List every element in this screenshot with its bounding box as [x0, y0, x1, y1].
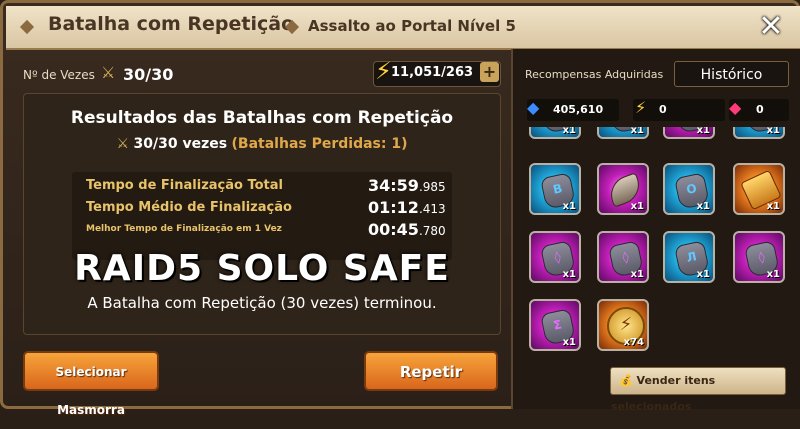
- dialog-frame: Batalha com Repetição Assalto ao Portal …: [0, 0, 800, 417]
- rune-glyph: ◊: [757, 249, 766, 265]
- energy-icon: ⚡: [375, 57, 392, 85]
- reward-item[interactable]: x1: [597, 127, 649, 139]
- gem-value: 0: [756, 103, 764, 116]
- rune-glyph: ◊: [621, 249, 630, 265]
- crystal-icon: ◆: [527, 98, 540, 117]
- completion-message: A Batalha com Repetição (30 vezes) termi…: [87, 294, 437, 312]
- rune-glyph: Σ: [552, 317, 564, 333]
- reward-item[interactable]: ◊ x1: [733, 231, 785, 283]
- dialog-header: Batalha com Repetição Assalto ao Portal …: [6, 6, 800, 50]
- item-quantity: x1: [630, 127, 644, 136]
- reward-item[interactable]: Σx1: [529, 299, 581, 351]
- crystal-value: 405,610: [553, 103, 604, 116]
- rune-glyph: O: [685, 181, 699, 197]
- results-panel: Resultados das Batalhas com Repetição ⚔ …: [23, 93, 501, 335]
- total-time-value: 34:59.985: [368, 176, 446, 195]
- item-quantity: x1: [696, 127, 710, 136]
- item-quantity: x1: [696, 269, 710, 280]
- rune-glyph: ◊: [553, 249, 562, 265]
- results-title: Resultados das Batalhas com Repetição: [70, 108, 454, 128]
- repeat-count-value: 30/30: [123, 65, 174, 84]
- wins-count: 30/30 vezes: [133, 136, 228, 152]
- item-quantity: x1: [696, 201, 710, 212]
- select-dungeon-button[interactable]: Selecionar Masmorra: [23, 351, 159, 417]
- reward-item[interactable]: ◊ x1: [529, 231, 581, 283]
- item-quantity: x1: [766, 201, 780, 212]
- energy-reward-display: [633, 99, 725, 121]
- item-quantity: x1: [562, 337, 576, 348]
- item-quantity: x1: [630, 269, 644, 280]
- close-button[interactable]: ✕: [754, 10, 788, 44]
- best-time-value: 00:45.780: [368, 220, 446, 239]
- rewards-panel: Recompensas Adquiridas Histórico ◆ 405,6…: [511, 49, 800, 413]
- dungeon-name: Assalto ao Portal Nível 5: [308, 17, 516, 35]
- rune-glyph: Л: [685, 249, 698, 265]
- rewards-label: Recompensas Adquiridas: [525, 68, 664, 81]
- average-time-label: Tempo Médio de Finalização: [86, 200, 292, 215]
- reward-item[interactable]: Лx1: [663, 231, 715, 283]
- repeat-button[interactable]: Repetir: [364, 351, 498, 391]
- energy-value: 11,051/263: [391, 65, 474, 80]
- close-icon: ✕: [758, 9, 784, 44]
- reward-item[interactable]: Bx1: [529, 163, 581, 215]
- reward-item[interactable]: Ox1: [663, 163, 715, 215]
- rewards-grid: x1 x1 x1 x1 Bx1 x1 Ox1 x1 ◊ x1 ◊ x1 Лx1 ◊ x1 Σx1 ⚡ x74: [513, 127, 800, 371]
- item-quantity: x1: [630, 201, 644, 212]
- reward-item[interactable]: x1: [529, 127, 581, 139]
- reward-item[interactable]: x1: [597, 163, 649, 215]
- rune-glyph: B: [551, 181, 564, 197]
- item-quantity: x1: [562, 269, 576, 280]
- item-quantity: x1: [562, 201, 576, 212]
- gem-icon: ◆: [729, 98, 742, 117]
- average-time-value: 01:12.413: [368, 198, 446, 217]
- sell-selected-button[interactable]: 💰 Vender itens selecionados: [610, 367, 786, 413]
- dialog-title: Batalha com Repetição: [48, 13, 295, 35]
- add-energy-button[interactable]: +: [480, 62, 499, 82]
- energy-icon: ⚡: [635, 98, 647, 117]
- best-time-label: Melhor Tempo de Finalização em 1 Vez: [86, 224, 282, 234]
- coin-bag-icon: 💰: [619, 374, 633, 387]
- times-box: Tempo de Finalização Total 34:59.985 Tem…: [72, 172, 452, 260]
- total-time-label: Tempo de Finalização Total: [86, 178, 283, 193]
- reward-item[interactable]: x1: [663, 127, 715, 139]
- item-quantity: x74: [623, 337, 644, 348]
- reward-item[interactable]: x1: [733, 163, 785, 215]
- results-summary: ⚔ 30/30 vezes (Batalhas Perdidas: 1): [24, 136, 500, 152]
- crossed-swords-icon: ⚔: [101, 63, 116, 82]
- energy-reward-value: 0: [659, 103, 667, 116]
- reward-item[interactable]: ◊ x1: [597, 231, 649, 283]
- history-button[interactable]: Histórico: [674, 61, 789, 87]
- item-quantity: x1: [766, 269, 780, 280]
- item-quantity: x1: [562, 127, 576, 136]
- overlay-caption: RAID5 SOLO SAFE: [74, 248, 450, 289]
- repeat-count-label: Nº de Vezes: [23, 68, 95, 82]
- reward-item[interactable]: ⚡ x74: [597, 299, 649, 351]
- item-quantity: x1: [766, 127, 780, 136]
- reward-item[interactable]: x1: [733, 127, 785, 139]
- losses-count: (Batalhas Perdidas: 1): [231, 136, 408, 152]
- crossed-swords-icon: ⚔: [116, 136, 130, 152]
- diamond-icon: [19, 19, 35, 35]
